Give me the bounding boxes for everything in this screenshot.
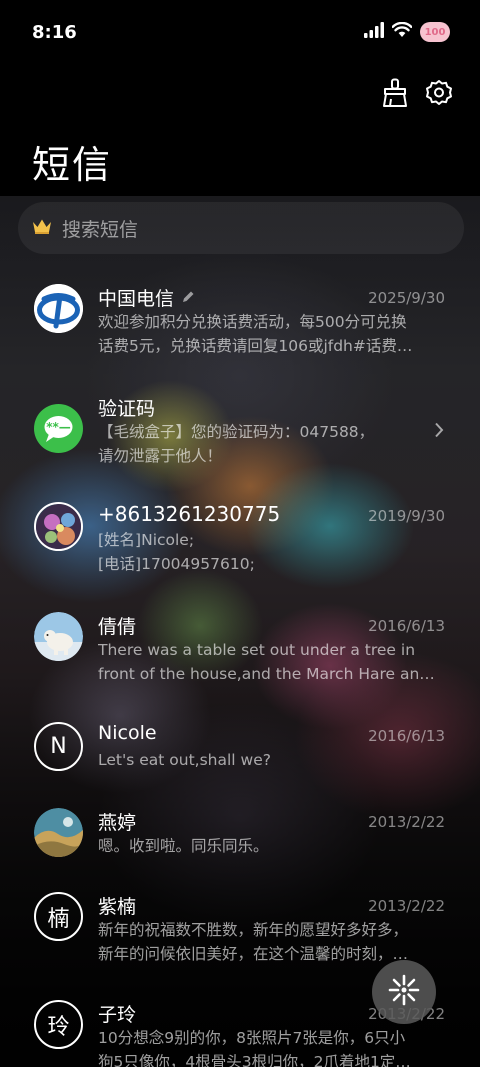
message-date: 2016/6/13 (368, 617, 445, 635)
message-date: 2013/2/22 (368, 897, 445, 915)
china-telecom-logo (34, 284, 83, 333)
message-item-nicole[interactable]: N Nicole 2016/6/13 Let's eat out,shall w… (0, 722, 480, 802)
message-preview: Let's eat out,shall we? (98, 751, 271, 769)
signal-icon (364, 22, 384, 42)
landscape-avatar (34, 808, 83, 857)
message-date: 2013/2/22 (368, 813, 445, 831)
toolbar (380, 78, 454, 108)
svg-text:**—: **— (46, 420, 71, 434)
message-item-phone[interactable]: +8613261230775 2019/9/30 [姓名]Nicole; [电话… (0, 502, 480, 602)
sender-name: 中国电信 (98, 288, 175, 310)
battery-icon: 100 (420, 22, 450, 42)
sender-name: Nicole (98, 722, 157, 744)
message-preview: 10分想念9别的你，8张照片7张是你，6只小 狗5只像你，4根骨头3根归你，2爪… (98, 1029, 411, 1067)
wifi-icon (391, 21, 413, 42)
sender-name: +8613261230775 (98, 502, 281, 526)
sender-name: 子玲 (98, 1004, 137, 1026)
message-item-verification[interactable]: **— 验证码 【毛绒盒子】您的验证码为：047588， 请勿泄露于他人！ (0, 394, 480, 494)
message-preview: 【毛绒盒子】您的验证码为：047588， 请勿泄露于他人！ (98, 423, 375, 465)
message-preview: There was a table set out under a tree i… (98, 641, 435, 683)
message-preview: 嗯。收到啦。同乐同乐。 (98, 837, 269, 855)
firework-icon (387, 973, 421, 1011)
letter-avatar: N (34, 722, 83, 771)
crown-icon (32, 218, 52, 238)
letter-avatar: 玲 (34, 1000, 83, 1049)
broom-icon[interactable] (380, 78, 410, 108)
message-date: 2025/9/30 (368, 289, 445, 307)
sender-name: 燕婷 (98, 812, 137, 834)
message-date: 2016/6/13 (368, 727, 445, 745)
status-bar: 8:16 100 (0, 0, 480, 68)
message-preview: 新年的祝福数不胜数，新年的愿望好多好多， 新年的问候依旧美好，在这个温馨的时刻，… (98, 921, 409, 963)
sender-name: 验证码 (98, 398, 156, 420)
message-preview: [姓名]Nicole; [电话]17004957610; (98, 531, 255, 573)
message-bubble-icon: **— (34, 404, 83, 453)
gear-icon[interactable] (424, 78, 454, 108)
polar-bear-avatar (34, 612, 83, 661)
message-item-yanting[interactable]: 燕婷 2013/2/22 嗯。收到啦。同乐同乐。 (0, 808, 480, 888)
status-time: 8:16 (32, 22, 77, 43)
message-item-qianqian[interactable]: 倩倩 2016/6/13 There was a table set out u… (0, 612, 480, 712)
compose-button[interactable] (372, 960, 436, 1024)
status-icons: 100 (364, 21, 450, 42)
message-preview: 欢迎参加积分兑换话费活动，每500分可兑换 话费5元，兑换话费请回复106或jf… (98, 313, 413, 355)
search-bar[interactable]: 搜索短信 (18, 202, 464, 254)
message-item-china-telecom[interactable]: 中国电信 2025/9/30 欢迎参加积分兑换话费活动，每500分可兑换 话费5… (0, 280, 480, 380)
message-date: 2019/9/30 (368, 507, 445, 525)
letter-avatar: 楠 (34, 892, 83, 941)
sender-name: 紫楠 (98, 896, 137, 918)
pencil-icon (181, 289, 195, 308)
photo-avatar (34, 502, 83, 551)
page-title: 短信 (32, 143, 113, 187)
sender-name: 倩倩 (98, 616, 137, 638)
search-placeholder: 搜索短信 (62, 218, 139, 241)
